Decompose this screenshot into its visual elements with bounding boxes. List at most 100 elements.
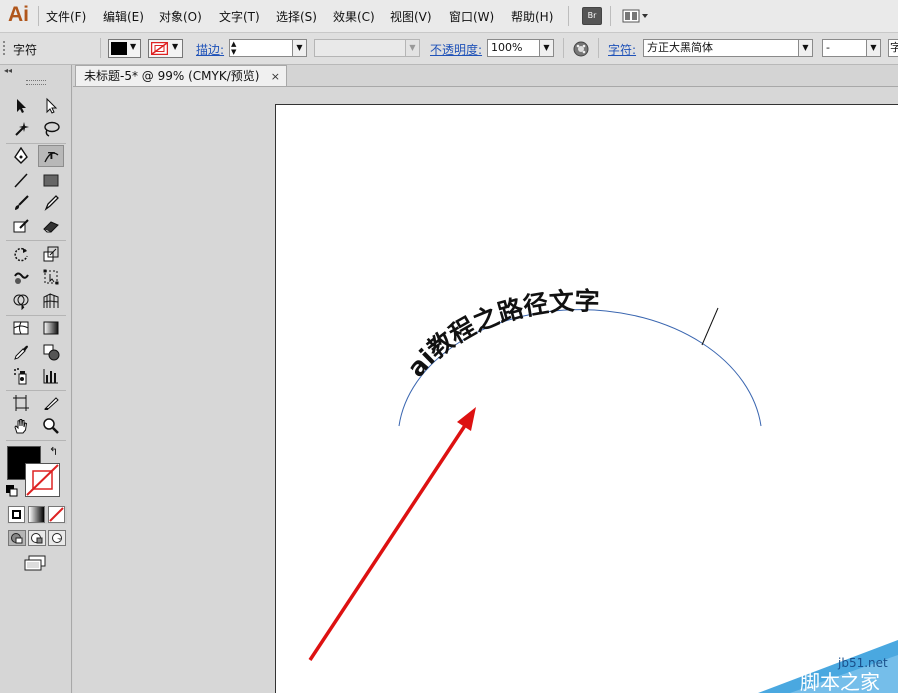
no-stroke-icon [151,42,168,55]
divider [6,143,66,144]
column-graph-tool-icon [43,369,58,384]
divider [6,240,66,241]
opacity-label[interactable]: 不透明度: [430,41,482,58]
direct-selection-tool[interactable] [40,96,62,116]
hand-tool[interactable] [10,416,32,436]
font-family-dropdown[interactable]: ▼ [798,39,813,57]
selection-tool[interactable] [10,96,32,116]
free-transform-tool-icon [43,269,59,285]
pencil-tool[interactable] [40,193,62,213]
lasso-tool-icon [44,121,60,137]
font-family-input[interactable]: 方正大黑简体 [643,39,799,57]
menu-type[interactable]: 文字(T) [219,8,260,25]
document-tab[interactable]: 未标题-5* @ 99% (CMYK/预览) × [75,65,287,87]
menu-window[interactable]: 窗口(W) [449,8,494,25]
menu-edit[interactable]: 编辑(E) [103,8,144,25]
color-wheel-icon [573,41,589,57]
slice-tool[interactable] [40,393,62,413]
scale-tool[interactable] [40,244,62,264]
free-transform-tool[interactable] [40,267,62,287]
character-label[interactable]: 字符: [608,41,636,58]
no-stroke-icon [26,464,59,496]
line-tool-icon [14,173,28,188]
gradient-tool[interactable] [40,318,62,338]
zoom-tool[interactable] [40,416,62,436]
selection-tool-icon [17,99,26,113]
svg-text:T: T [48,151,55,162]
blob-brush-tool[interactable] [10,216,32,236]
font-size-input-partial[interactable]: 字 [888,39,898,57]
hand-tool-icon [14,419,28,434]
symbol-sprayer-tool[interactable] [10,366,32,386]
variable-width-profile[interactable] [314,39,406,57]
pen-tool[interactable] [10,146,32,166]
recolor-artwork-button[interactable] [572,40,590,58]
opacity-dropdown[interactable]: ▼ [539,39,554,57]
divider [6,390,66,391]
menu-view[interactable]: 视图(V) [390,8,432,25]
tools-panel: ◂◂ T ↰ [0,65,72,693]
menu-file[interactable]: 文件(F) [46,8,86,25]
draw-inside-button[interactable] [48,530,66,546]
draw-normal-button[interactable] [8,530,26,546]
menu-select[interactable]: 选择(S) [276,8,317,25]
eyedropper-tool[interactable] [10,342,32,362]
shape-builder-tool-icon [13,294,29,310]
opacity-input[interactable]: 100% [487,39,540,57]
stroke-label[interactable]: 描边: [196,41,224,58]
font-style-input[interactable]: - [822,39,867,57]
menu-help[interactable]: 帮助(H) [511,8,553,25]
fill-color-dropdown[interactable]: ▼ [108,39,141,58]
bridge-button[interactable]: Br [582,7,602,25]
app-logo: Ai [8,3,29,26]
divider [563,38,564,58]
arrange-documents-button[interactable] [622,8,650,24]
color-mode-button[interactable] [8,506,25,523]
arrange-documents-icon [622,9,648,23]
rotate-tool[interactable] [10,244,32,264]
gradient-mode-button[interactable] [28,506,45,523]
none-mode-button[interactable] [48,506,65,523]
divider [598,38,599,58]
mesh-tool-icon [13,321,29,335]
chevron-down-icon: ▼ [130,42,137,51]
mesh-tool[interactable] [10,318,32,338]
screen-mode-button[interactable] [24,555,48,573]
type-on-path-tool[interactable]: T [38,145,64,167]
perspective-grid-tool[interactable] [40,291,62,311]
shape-builder-tool[interactable] [10,291,32,311]
divider [100,38,101,58]
scale-tool-icon [43,246,59,262]
paintbrush-tool[interactable] [10,193,32,213]
draw-behind-button[interactable] [28,530,46,546]
menu-object[interactable]: 对象(O) [159,8,202,25]
font-style-dropdown[interactable]: ▼ [866,39,881,57]
lasso-tool[interactable] [40,119,62,139]
artboard-tool[interactable] [10,393,32,413]
default-fill-stroke-icon[interactable] [6,485,18,497]
artboard[interactable] [275,104,898,693]
stroke-color-dropdown[interactable]: ▼ [148,39,183,58]
column-graph-tool[interactable] [40,366,62,386]
slice-tool-icon [43,397,59,410]
document-tab-title: 未标题-5* @ 99% (CMYK/预览) [84,69,260,83]
control-bar: 字符 ▼ ▼ 描边: ▲ ▼ ▼ ▼ 不透明度: 100% ▼ 字符: 方正大黑简… [0,33,898,65]
magic-wand-tool[interactable] [10,119,32,139]
swap-fill-stroke-icon[interactable]: ↰ [49,445,58,458]
paintbrush-tool-icon [15,195,29,210]
close-tab-icon[interactable]: × [271,66,280,87]
warp-tool[interactable] [10,267,32,287]
rectangle-tool[interactable] [40,170,62,190]
menu-effect[interactable]: 效果(C) [333,8,375,25]
direct-selection-tool-icon [46,97,58,114]
divider [38,6,39,26]
blend-tool[interactable] [40,342,62,362]
stepper-icon[interactable]: ▲ ▼ [231,40,236,56]
profile-dropdown[interactable]: ▼ [405,39,420,57]
stroke-weight-input[interactable] [229,39,293,57]
eraser-tool[interactable] [40,216,62,236]
line-tool[interactable] [10,170,32,190]
stroke-color-swatch[interactable] [25,463,60,497]
stroke-weight-dropdown[interactable]: ▼ [292,39,307,57]
collapse-panel-icon[interactable]: ◂◂ [4,66,12,75]
